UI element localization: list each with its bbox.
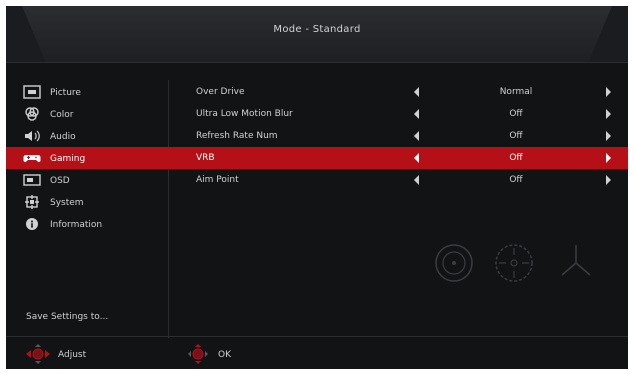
setting-value: Off	[509, 109, 523, 119]
osd-sidebar: Picture Color Audio Gaming OSD System In…	[6, 81, 168, 263]
arrow-left-icon[interactable]	[413, 109, 421, 119]
speaker-icon	[20, 125, 44, 147]
osd-icon	[20, 169, 44, 191]
sidebar-item-label: Audio	[50, 131, 76, 142]
arrow-left-icon[interactable]	[413, 87, 421, 97]
color-icon	[20, 103, 44, 125]
gamepad-icon	[20, 147, 44, 169]
aim-point-preview	[426, 233, 616, 293]
sidebar-item-system[interactable]: System	[6, 191, 168, 213]
arrow-right-icon[interactable]	[604, 109, 612, 119]
joystick-press-icon	[184, 343, 212, 368]
setting-row-refresh-rate-num[interactable]: Refresh Rate Num Off	[168, 125, 628, 147]
setting-label: Over Drive	[196, 87, 245, 97]
sidebar-item-label: Gaming	[50, 153, 86, 164]
sidebar-item-label: Color	[50, 109, 74, 120]
ok-label: OK	[218, 350, 231, 360]
setting-label: Refresh Rate Num	[196, 131, 278, 141]
sidebar-item-label: OSD	[50, 175, 70, 186]
crosshair-dotted-icon	[495, 244, 533, 282]
sidebar-item-picture[interactable]: Picture	[6, 81, 168, 103]
save-settings-link[interactable]: Save Settings to...	[26, 312, 108, 322]
sidebar-item-label: Information	[50, 219, 103, 230]
ok-control: OK	[184, 343, 231, 368]
setting-value: Off	[509, 153, 523, 163]
setting-value: Off	[509, 131, 523, 141]
setting-label: Ultra Low Motion Blur	[196, 109, 293, 119]
arrow-left-icon[interactable]	[413, 175, 421, 185]
sidebar-item-information[interactable]: Information	[6, 213, 168, 235]
setting-label: VRB	[196, 153, 215, 163]
footer-divider	[6, 336, 628, 337]
system-icon	[20, 191, 44, 213]
sidebar-item-osd[interactable]: OSD	[6, 169, 168, 191]
arrow-right-icon[interactable]	[604, 87, 612, 97]
sidebar-item-label: System	[50, 197, 84, 208]
sidebar-item-color[interactable]: Color	[6, 103, 168, 125]
header-divider	[6, 62, 628, 63]
arrow-left-icon[interactable]	[413, 153, 421, 163]
adjust-control: Adjust	[24, 343, 87, 368]
sidebar-item-label: Picture	[50, 87, 81, 98]
setting-value: Normal	[499, 87, 533, 97]
setting-label: Aim Point	[196, 175, 239, 185]
crosshair-tri-icon	[561, 245, 591, 276]
crosshair-circle-icon	[435, 244, 473, 282]
arrow-right-icon[interactable]	[604, 153, 612, 163]
picture-icon	[20, 81, 44, 103]
sidebar-item-audio[interactable]: Audio	[6, 125, 168, 147]
adjust-label: Adjust	[58, 350, 87, 360]
arrow-right-icon[interactable]	[604, 175, 612, 185]
arrow-left-icon[interactable]	[413, 131, 421, 141]
mode-title: Mode - Standard	[273, 24, 361, 35]
setting-value: Off	[509, 175, 523, 185]
sidebar-item-gaming[interactable]: Gaming	[6, 147, 168, 169]
gaming-settings-list: Over Drive Normal Ultra Low Motion Blur …	[168, 81, 628, 231]
setting-row-aim-point[interactable]: Aim Point Off	[168, 169, 628, 191]
osd-header: Mode - Standard	[6, 6, 628, 62]
arrow-right-icon[interactable]	[604, 131, 612, 141]
joystick-adjust-icon	[24, 343, 52, 368]
information-icon	[20, 213, 44, 235]
setting-row-over-drive[interactable]: Over Drive Normal	[168, 81, 628, 103]
monitor-osd-window: Mode - Standard Picture Color Audio Gami…	[6, 6, 628, 369]
setting-row-vrb[interactable]: VRB Off	[168, 147, 628, 169]
setting-row-ultra-low-motion-blur[interactable]: Ultra Low Motion Blur Off	[168, 103, 628, 125]
